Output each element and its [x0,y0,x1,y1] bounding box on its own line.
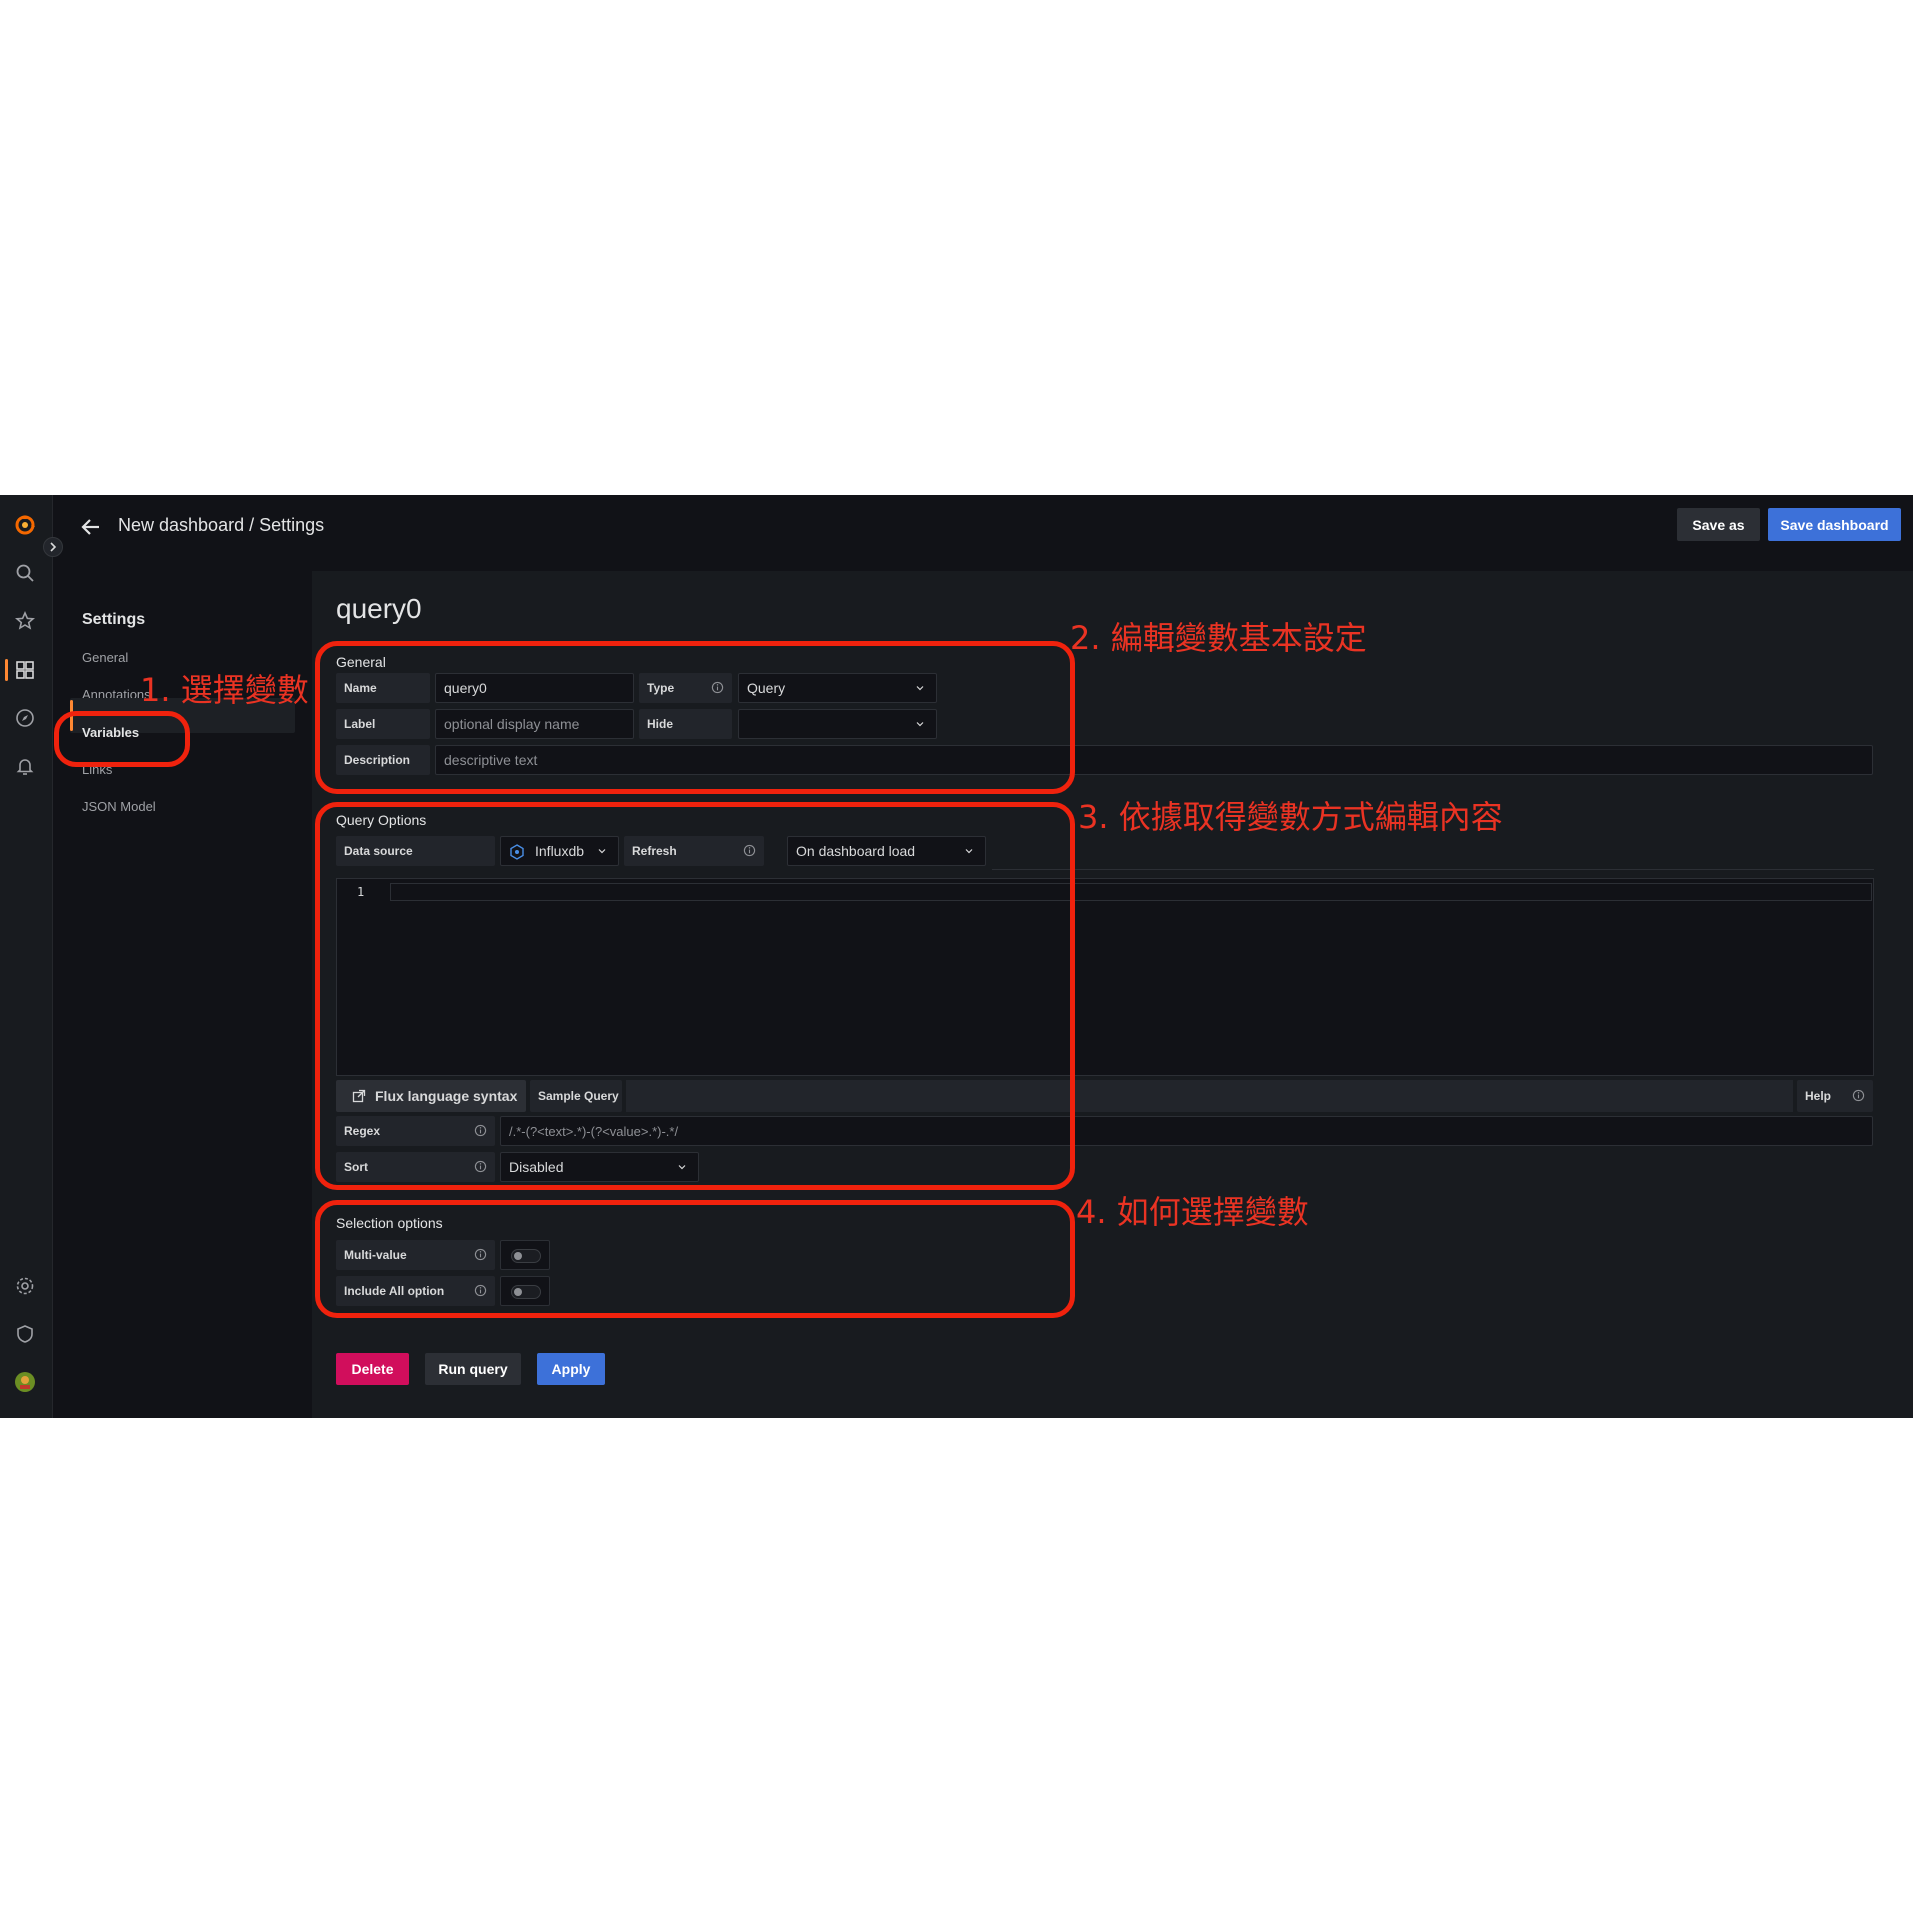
variable-title: query0 [336,593,422,624]
annotation-circle-variables [54,711,190,767]
annotation-step3: 3. 依據取得變數方式編輯內容 [1078,798,1503,836]
annotation-step2: 2. 編輯變數基本設定 [1070,619,1367,657]
save-as-button[interactable]: Save as [1677,508,1760,541]
search-icon[interactable] [12,560,38,586]
dashboards-icon[interactable] [12,657,38,683]
explore-icon[interactable] [12,705,38,731]
annotation-box-query-options [315,802,1075,1190]
help-button[interactable]: Help [1797,1080,1873,1112]
help-label: Help [1805,1089,1832,1103]
annotation-box-selection-options [315,1200,1075,1318]
star-icon[interactable] [12,608,38,634]
nav-item-json-model[interactable]: JSON Model [82,799,156,814]
annotation-box-general [315,641,1075,794]
run-query-button[interactable]: Run query [425,1353,521,1385]
annotation-step1: 1. 選擇變數 [140,671,309,709]
top-bar: New dashboard / Settings Save as Save da… [54,495,1913,571]
avatar[interactable] [12,1369,38,1395]
breadcrumb[interactable]: New dashboard / Settings [118,515,324,536]
side-menu [0,495,53,1418]
nav-item-general[interactable]: General [82,650,128,665]
back-button[interactable] [76,512,106,542]
grafana-logo-icon[interactable] [12,512,38,538]
arrow-left-icon [81,519,99,535]
info-icon [1852,1089,1865,1102]
row-divider [992,869,1874,870]
settings-nav-title: Settings [82,611,146,628]
apply-button[interactable]: Apply [537,1353,605,1385]
alerting-bell-icon[interactable] [12,753,38,779]
chevron-right-icon [50,542,57,552]
expand-menu-button[interactable] [43,537,63,557]
gear-icon[interactable] [12,1273,38,1299]
shield-icon[interactable] [12,1321,38,1347]
annotation-step4: 4. 如何選擇變數 [1076,1193,1309,1231]
save-dashboard-button[interactable]: Save dashboard [1768,508,1901,541]
active-indicator [5,659,8,681]
delete-button[interactable]: Delete [336,1353,409,1385]
